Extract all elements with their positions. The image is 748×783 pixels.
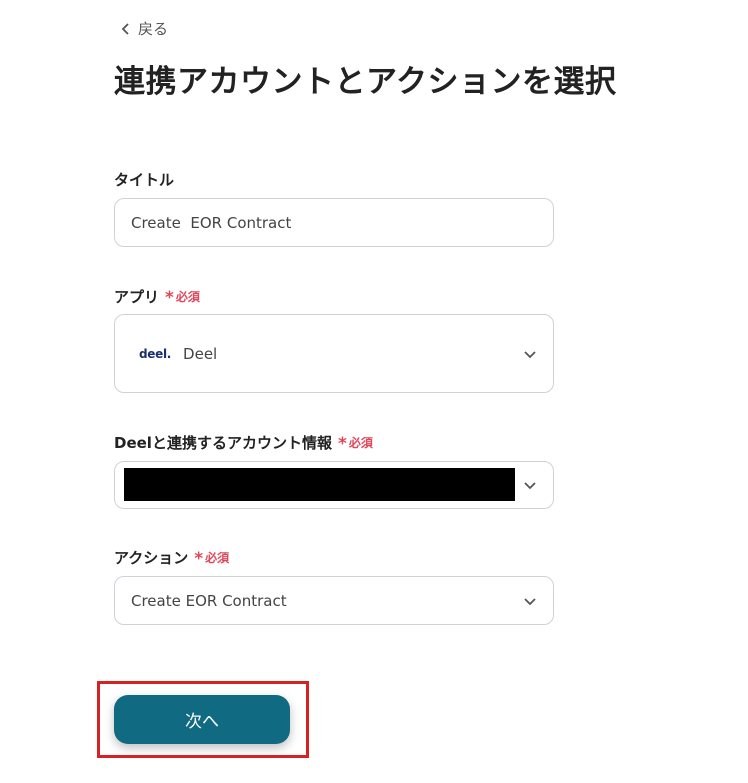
chevron-down-icon bbox=[524, 597, 536, 605]
chevron-left-icon bbox=[121, 22, 129, 35]
asterisk-icon: * bbox=[194, 549, 204, 569]
page-title: 連携アカウントとアクションを選択 bbox=[114, 64, 617, 100]
account-label: Deelと連携するアカウント情報 * 必須 bbox=[114, 434, 373, 454]
account-select[interactable] bbox=[114, 461, 554, 509]
required-badge: * 必須 bbox=[337, 434, 373, 454]
action-label: アクション * 必須 bbox=[114, 549, 230, 569]
required-badge: * 必須 bbox=[194, 549, 230, 569]
next-button[interactable]: 次へ bbox=[114, 695, 290, 744]
required-badge: * 必須 bbox=[165, 288, 200, 308]
action-select-value: Create EOR Contract bbox=[131, 591, 287, 610]
title-label: タイトル bbox=[114, 171, 175, 189]
chevron-down-icon bbox=[524, 350, 536, 358]
back-label: 戻る bbox=[138, 20, 169, 38]
action-select[interactable]: Create EOR Contract bbox=[114, 576, 554, 625]
deel-logo: deel. bbox=[139, 346, 172, 361]
app-label: アプリ * 必須 bbox=[114, 288, 200, 308]
app-select[interactable]: deel. Deel bbox=[114, 314, 554, 393]
title-input-value: Create EOR Contract bbox=[131, 213, 292, 232]
title-input[interactable]: Create EOR Contract bbox=[114, 198, 554, 247]
asterisk-icon: * bbox=[165, 288, 174, 308]
asterisk-icon: * bbox=[337, 434, 347, 454]
redacted-account bbox=[124, 468, 515, 501]
chevron-down-icon bbox=[524, 482, 536, 490]
app-select-value: Deel bbox=[183, 344, 218, 363]
back-link[interactable]: 戻る bbox=[120, 18, 168, 39]
